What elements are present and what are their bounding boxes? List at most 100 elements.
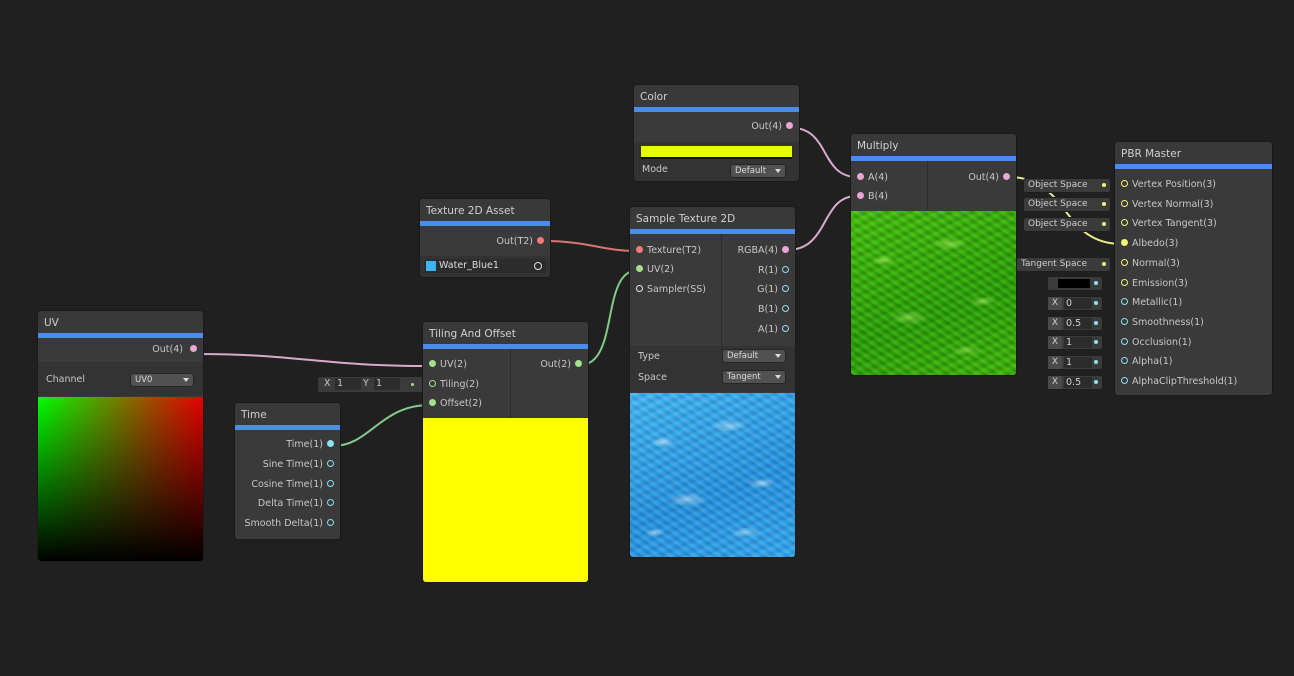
occlusion-port[interactable]: Occlusion(1) [1121, 336, 1191, 350]
tiling-and-offset-node[interactable]: Tiling And Offset UV(2) Tiling(2) Offset… [423, 322, 588, 582]
normal-port[interactable]: Normal(3) [1121, 257, 1180, 271]
tiling-y-input[interactable]: 1 [374, 378, 400, 390]
normal-space-field[interactable]: Tangent Space [1017, 258, 1110, 271]
type-dropdown[interactable]: Default [723, 350, 785, 362]
port-dot-icon[interactable] [782, 305, 789, 312]
metallic-field[interactable]: X 0 [1048, 297, 1102, 310]
tiling-tiling-port[interactable]: Tiling(2) [429, 378, 479, 392]
port-dot-icon[interactable] [327, 440, 334, 447]
albedo-port[interactable]: Albedo(3) [1121, 237, 1178, 251]
sample-b-port[interactable]: B(1) [758, 303, 789, 317]
vertex-normal-port[interactable]: Vertex Normal(3) [1121, 198, 1213, 212]
multiply-out-port[interactable]: Out(4) [968, 171, 1010, 185]
alpha-clip-field[interactable]: X 0.5 [1048, 376, 1102, 389]
vertex-normal-space-field[interactable]: Object Space [1024, 198, 1110, 211]
port-dot-icon[interactable] [327, 519, 334, 526]
vertex-position-port[interactable]: Vertex Position(3) [1121, 178, 1216, 192]
metallic-value[interactable]: 0 [1064, 298, 1092, 309]
pbr-master-node[interactable]: PBR Master Vertex Position(3) Vertex Nor… [1115, 142, 1272, 395]
color-node[interactable]: Color Out(4) Mode Default [634, 85, 799, 181]
mode-dropdown[interactable]: Default [731, 165, 785, 177]
port-dot-icon[interactable] [327, 460, 334, 467]
smoothness-port[interactable]: Smoothness(1) [1121, 316, 1204, 330]
cosine-time-port[interactable]: Cosine Time(1) [251, 478, 334, 492]
texture-object-field[interactable]: Water_Blue1 [424, 259, 546, 273]
port-dot-icon[interactable] [1121, 298, 1128, 305]
sample-sampler-port[interactable]: Sampler(SS) [636, 283, 706, 297]
port-dot-icon[interactable] [1121, 180, 1128, 187]
occlusion-field[interactable]: X 1 [1048, 336, 1102, 349]
port-dot-icon[interactable] [782, 285, 789, 292]
channel-dropdown[interactable]: UV0 [131, 374, 193, 386]
uv-out-port[interactable]: Out(4) [152, 343, 197, 357]
uv-node[interactable]: UV Out(4) Channel UV0 [38, 311, 203, 561]
tiling-inline-field[interactable]: X 1 Y 1 [318, 377, 424, 392]
port-dot-icon[interactable] [429, 380, 436, 387]
occlusion-value[interactable]: 1 [1064, 337, 1092, 348]
alpha-port[interactable]: Alpha(1) [1121, 355, 1172, 369]
alpha-clip-value[interactable]: 0.5 [1064, 377, 1092, 388]
sample-r-port[interactable]: R(1) [758, 264, 789, 278]
port-dot-icon[interactable] [1121, 259, 1128, 266]
emission-color-field[interactable] [1048, 277, 1102, 290]
texture-2d-asset-node[interactable]: Texture 2D Asset Out(T2) Water_Blue1 [420, 199, 550, 277]
multiply-node[interactable]: Multiply A(4) B(4) Out(4) [851, 134, 1016, 375]
port-dot-icon[interactable] [1121, 279, 1128, 286]
port-dot-icon[interactable] [327, 480, 334, 487]
color-out-port[interactable]: Out(4) [751, 120, 793, 134]
time-out-port[interactable]: Time(1) [286, 438, 334, 452]
port-dot-icon[interactable] [429, 360, 436, 367]
port-dot-icon[interactable] [1121, 200, 1128, 207]
port-dot-icon[interactable] [1121, 357, 1128, 364]
port-dot-icon[interactable] [1121, 377, 1128, 384]
tiling-offset-port[interactable]: Offset(2) [429, 397, 482, 411]
port-dot-icon[interactable] [857, 192, 864, 199]
port-dot-icon[interactable] [1121, 338, 1128, 345]
port-dot-icon[interactable] [786, 122, 793, 129]
metallic-port[interactable]: Metallic(1) [1121, 296, 1182, 310]
object-picker-icon[interactable] [534, 262, 542, 270]
color-swatch[interactable] [641, 146, 792, 159]
port-dot-icon[interactable] [327, 499, 334, 506]
alpha-value[interactable]: 1 [1064, 357, 1092, 368]
multiply-b-port[interactable]: B(4) [857, 190, 888, 204]
sample-texture-port[interactable]: Texture(T2) [636, 244, 701, 258]
time-node[interactable]: Time Time(1) Sine Time(1) Cosine Time(1)… [235, 403, 340, 539]
smoothness-field[interactable]: X 0.5 [1048, 317, 1102, 330]
port-dot-icon[interactable] [575, 360, 582, 367]
port-dot-icon[interactable] [429, 399, 436, 406]
smoothness-value[interactable]: 0.5 [1064, 318, 1092, 329]
port-dot-icon[interactable] [1121, 239, 1128, 246]
port-dot-icon[interactable] [190, 345, 197, 352]
port-dot-icon[interactable] [857, 173, 864, 180]
multiply-a-port[interactable]: A(4) [857, 171, 888, 185]
space-dropdown[interactable]: Tangent [723, 371, 785, 383]
sample-texture-2d-node[interactable]: Sample Texture 2D Texture(T2) UV(2) Samp… [630, 207, 795, 557]
alpha-clip-threshold-port[interactable]: AlphaClipThreshold(1) [1121, 375, 1237, 389]
vertex-tangent-space-field[interactable]: Object Space [1024, 218, 1110, 231]
port-dot-icon[interactable] [1121, 318, 1128, 325]
port-dot-icon[interactable] [782, 246, 789, 253]
sample-g-port[interactable]: G(1) [757, 283, 789, 297]
port-dot-icon[interactable] [1121, 219, 1128, 226]
alpha-field[interactable]: X 1 [1048, 356, 1102, 369]
tiling-out-port[interactable]: Out(2) [540, 358, 582, 372]
sample-a-port[interactable]: A(1) [758, 323, 789, 337]
vertex-position-space-field[interactable]: Object Space [1024, 179, 1110, 192]
delta-time-port[interactable]: Delta Time(1) [258, 497, 334, 511]
port-dot-icon[interactable] [1003, 173, 1010, 180]
vertex-tangent-port[interactable]: Vertex Tangent(3) [1121, 217, 1217, 231]
sample-rgba-port[interactable]: RGBA(4) [738, 244, 789, 258]
texture-asset-out-port[interactable]: Out(T2) [497, 235, 544, 249]
port-dot-icon[interactable] [782, 266, 789, 273]
sine-time-port[interactable]: Sine Time(1) [263, 458, 334, 472]
port-dot-icon[interactable] [636, 246, 643, 253]
sample-uv-port[interactable]: UV(2) [636, 263, 674, 277]
emission-port[interactable]: Emission(3) [1121, 277, 1188, 291]
port-dot-icon[interactable] [636, 265, 643, 272]
smooth-delta-port[interactable]: Smooth Delta(1) [245, 517, 334, 531]
port-dot-icon[interactable] [636, 285, 643, 292]
port-dot-icon[interactable] [537, 237, 544, 244]
tiling-x-input[interactable]: 1 [335, 378, 361, 390]
tiling-uv-port[interactable]: UV(2) [429, 358, 467, 372]
